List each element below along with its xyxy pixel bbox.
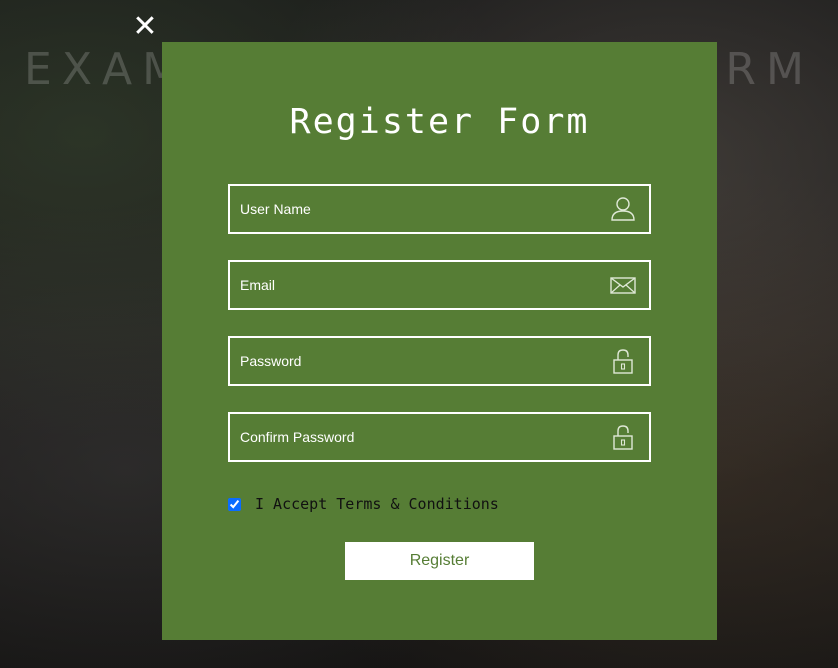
- password-input[interactable]: [230, 338, 590, 384]
- confirm-password-field[interactable]: [228, 412, 651, 462]
- terms-row: I Accept Terms & Conditions: [228, 494, 499, 514]
- register-modal: Register Form I Accept: [162, 42, 717, 640]
- lock-icon: [613, 349, 633, 374]
- close-button[interactable]: ✕: [131, 12, 159, 42]
- terms-checkbox[interactable]: [228, 497, 241, 511]
- email-field[interactable]: [228, 260, 651, 310]
- password-field[interactable]: [228, 336, 651, 386]
- email-input[interactable]: [230, 262, 590, 308]
- username-field[interactable]: [228, 184, 651, 234]
- terms-label: I Accept Terms & Conditions: [255, 495, 499, 513]
- user-icon: [611, 197, 635, 221]
- username-input[interactable]: [230, 186, 590, 232]
- form-title: Register Form: [289, 102, 590, 142]
- register-button[interactable]: Register: [345, 542, 534, 580]
- confirm-password-input[interactable]: [230, 414, 590, 460]
- envelope-icon: [610, 277, 636, 294]
- lock-icon: [613, 425, 633, 450]
